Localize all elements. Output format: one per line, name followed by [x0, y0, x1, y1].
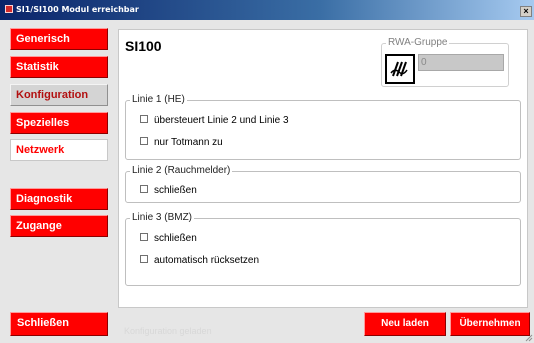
checkbox[interactable]: [140, 255, 148, 264]
sidebar-nav: Generisch Statistik Konfiguration Spezie…: [0, 20, 118, 343]
title-bar[interactable]: SI1/SI100 Modul erreichbar ×: [0, 0, 534, 20]
page-title: SI100: [125, 38, 162, 54]
app-icon: [5, 5, 13, 13]
resize-grip-icon[interactable]: [525, 334, 533, 342]
option-label: automatisch rücksetzen: [154, 255, 260, 266]
option-label: übersteuert Linie 2 und Linie 3: [154, 115, 289, 126]
option-label: schließen: [154, 233, 197, 244]
linie-3-legend: Linie 3 (BMZ): [130, 212, 195, 224]
linie-2-group: Linie 2 (Rauchmelder) schließen: [125, 165, 521, 203]
rwa-group-input[interactable]: 0: [418, 54, 504, 71]
checkbox[interactable]: [140, 233, 148, 242]
option-label: schließen: [154, 185, 197, 196]
sidebar-item-statistik[interactable]: Statistik: [10, 56, 108, 78]
option-nur-totmann[interactable]: nur Totmann zu: [140, 137, 223, 149]
option-auto-reset[interactable]: automatisch rücksetzen: [140, 255, 259, 267]
rwa-group-box: RWA-Gruppe 0: [381, 37, 509, 87]
reload-button[interactable]: Neu laden: [364, 312, 446, 336]
checkbox[interactable]: [140, 137, 148, 146]
option-schliessen-l2[interactable]: schließen: [140, 185, 197, 197]
status-text: Konfiguration geladen: [124, 326, 212, 336]
sidebar-item-generisch[interactable]: Generisch: [10, 28, 108, 50]
rwa-group-legend: RWA-Gruppe: [386, 37, 450, 49]
signal-wave-icon[interactable]: [385, 54, 415, 84]
sidebar-item-konfiguration[interactable]: Konfiguration: [10, 84, 108, 106]
sidebar-item-spezielles[interactable]: Spezielles: [10, 112, 108, 134]
sidebar-item-netzwerk[interactable]: Netzwerk: [10, 139, 108, 161]
linie-1-legend: Linie 1 (HE): [130, 94, 187, 106]
close-button[interactable]: Schließen: [10, 312, 108, 336]
sidebar-item-diagnostik[interactable]: Diagnostik: [10, 188, 108, 210]
linie-1-group: Linie 1 (HE) übersteuert Linie 2 und Lin…: [125, 94, 521, 160]
option-uebersteuert[interactable]: übersteuert Linie 2 und Linie 3: [140, 115, 289, 127]
option-label: nur Totmann zu: [154, 137, 223, 148]
apply-button[interactable]: Übernehmen: [450, 312, 530, 336]
checkbox[interactable]: [140, 115, 148, 124]
checkbox[interactable]: [140, 185, 148, 194]
sidebar-item-zugange[interactable]: Zugange: [10, 215, 108, 237]
config-panel: SI100 RWA-Gruppe 0 Linie 1 (HE) übersteu…: [118, 29, 528, 308]
option-schliessen-l3[interactable]: schließen: [140, 233, 197, 245]
main-window: Generisch Statistik Konfiguration Spezie…: [0, 20, 534, 343]
linie-2-legend: Linie 2 (Rauchmelder): [130, 165, 233, 177]
close-window-button[interactable]: ×: [520, 6, 532, 17]
linie-3-group: Linie 3 (BMZ) schließen automatisch rück…: [125, 212, 521, 286]
window-title: SI1/SI100 Modul erreichbar: [16, 5, 139, 14]
